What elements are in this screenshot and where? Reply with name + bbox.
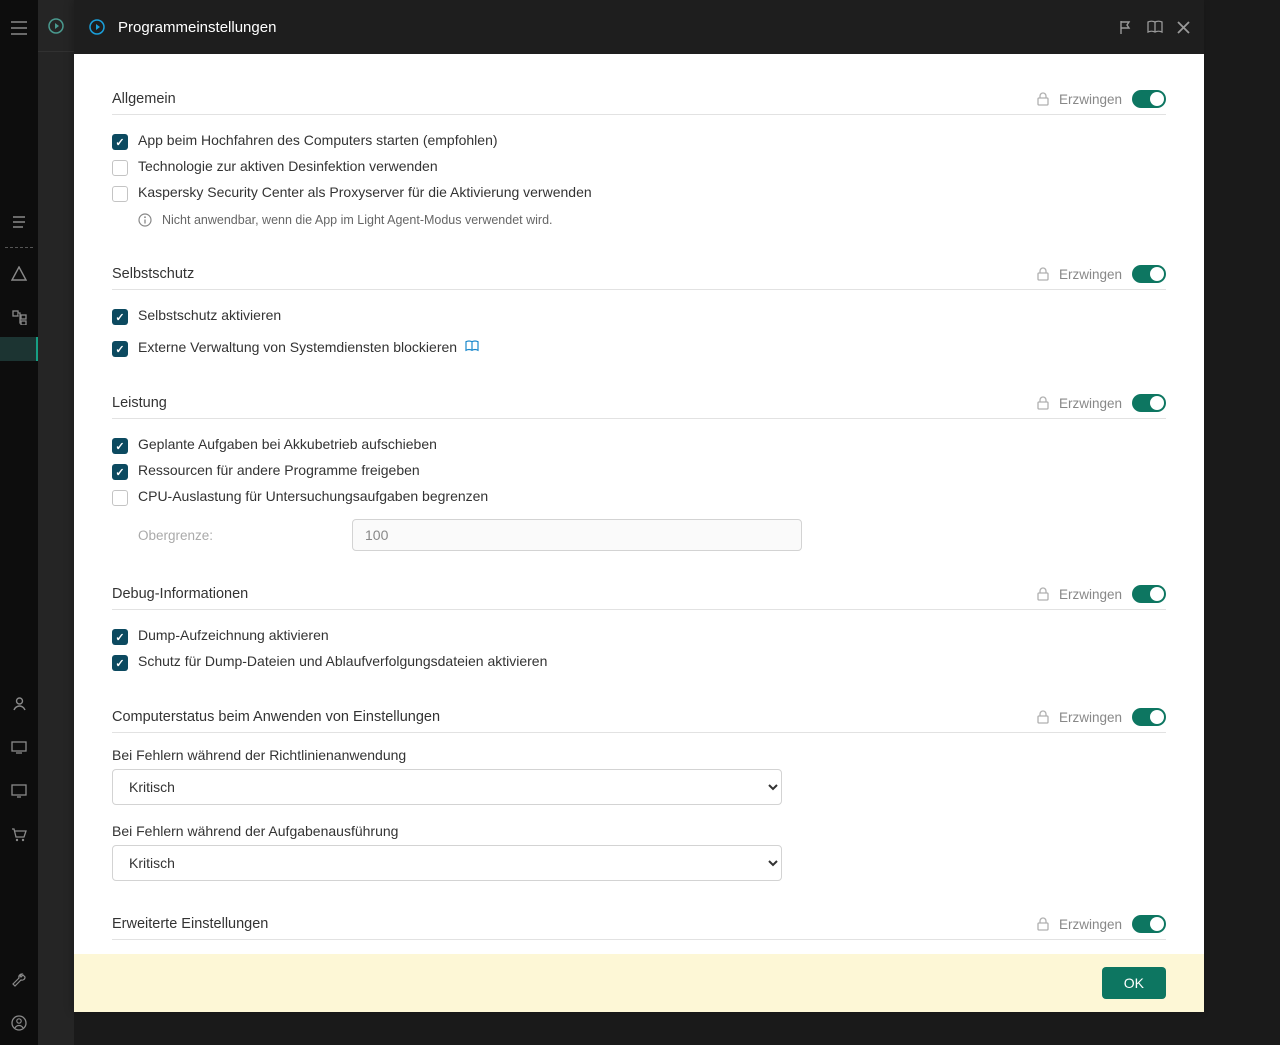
checkbox-row[interactable]: Kaspersky Security Center als Proxyserve… <box>112 181 1166 205</box>
checkbox-label: Externe Verwaltung von Systemdiensten bl… <box>138 339 479 355</box>
lock-icon <box>1037 917 1049 931</box>
checkbox-row[interactable]: Selbstschutz aktivieren <box>112 304 1166 328</box>
settings-content: Allgemein Erzwingen App beim Hochfahren … <box>74 54 1204 1012</box>
checkbox-label: Ressourcen für andere Programme freigebe… <box>138 462 420 478</box>
lock-icon <box>1037 267 1049 281</box>
monitor-icon[interactable] <box>0 769 38 813</box>
checkbox-label: Dump-Aufzeichnung aktivieren <box>138 627 329 643</box>
section-title: Debug-Informationen <box>112 586 1037 602</box>
upper-limit-input[interactable] <box>352 519 802 551</box>
modal-footer: OK <box>74 954 1204 1012</box>
checkbox-label: Selbstschutz aktivieren <box>138 307 281 323</box>
upper-limit-label: Obergrenze: <box>138 528 334 543</box>
enforce-label: Erzwingen <box>1059 710 1122 725</box>
ok-button[interactable]: OK <box>1102 967 1166 999</box>
checkbox-row[interactable]: CPU-Auslastung für Untersuchungsaufgaben… <box>112 485 1166 509</box>
section-title: Allgemein <box>112 91 1037 107</box>
checkbox-row[interactable]: Schutz für Dump-Dateien und Ablaufverfol… <box>112 650 1166 674</box>
checkbox-icon[interactable] <box>112 309 128 325</box>
left-sidebar <box>0 0 38 1045</box>
checkbox-label: CPU-Auslastung für Untersuchungsaufgaben… <box>138 488 488 504</box>
checkbox-icon[interactable] <box>112 629 128 645</box>
section-computer-status: Computerstatus beim Anwenden von Einstel… <box>112 708 1166 881</box>
checkbox-row[interactable]: Dump-Aufzeichnung aktivieren <box>112 624 1166 648</box>
checkbox-label: Geplante Aufgaben bei Akkubetrieb aufsch… <box>138 436 437 452</box>
list-icon[interactable] <box>0 200 38 244</box>
checkbox-label: Kaspersky Security Center als Proxyserve… <box>138 184 592 200</box>
checkbox-row[interactable]: App beim Hochfahren des Computers starte… <box>112 129 1166 153</box>
enforce-label: Erzwingen <box>1059 587 1122 602</box>
checkbox-label: App beim Hochfahren des Computers starte… <box>138 132 498 148</box>
checkbox-row[interactable]: Externe Verwaltung von Systemdiensten bl… <box>112 336 1166 360</box>
checkbox-row[interactable]: Geplante Aufgaben bei Akkubetrieb aufsch… <box>112 433 1166 457</box>
checkbox-label: Technologie zur aktiven Desinfektion ver… <box>138 158 438 174</box>
section-title: Selbstschutz <box>112 266 1037 282</box>
cart-icon[interactable] <box>0 813 38 857</box>
enforce-label: Erzwingen <box>1059 917 1122 932</box>
enforce-toggle[interactable] <box>1132 90 1166 108</box>
info-icon <box>138 213 152 227</box>
enforce-toggle[interactable] <box>1132 915 1166 933</box>
checkbox-icon[interactable] <box>112 438 128 454</box>
checkbox-icon[interactable] <box>112 134 128 150</box>
close-icon[interactable] <box>1177 21 1190 34</box>
checkbox-icon[interactable] <box>112 490 128 506</box>
select-label: Bei Fehlern während der Richtlinienanwen… <box>112 747 1166 763</box>
checkbox-icon[interactable] <box>112 186 128 202</box>
lock-icon <box>1037 710 1049 724</box>
settings-title-icon <box>88 18 106 36</box>
secondary-panel <box>38 0 74 1045</box>
user-icon[interactable] <box>0 681 38 725</box>
select-label: Bei Fehlern während der Aufgabenausführu… <box>112 823 1166 839</box>
enforce-toggle[interactable] <box>1132 708 1166 726</box>
section-performance: Leistung Erzwingen Geplante Aufgaben bei… <box>112 394 1166 551</box>
wrench-icon[interactable] <box>0 957 38 1001</box>
enforce-label: Erzwingen <box>1059 396 1122 411</box>
policy-error-select[interactable]: Kritisch <box>112 769 782 805</box>
lock-icon <box>1037 92 1049 106</box>
section-general: Allgemein Erzwingen App beim Hochfahren … <box>112 90 1166 231</box>
lock-icon <box>1037 396 1049 410</box>
settings-modal: Programmeinstellungen Allgemein <box>74 0 1204 1012</box>
checkbox-row[interactable]: Technologie zur aktiven Desinfektion ver… <box>112 155 1166 179</box>
checkbox-label: Schutz für Dump-Dateien und Ablaufverfol… <box>138 653 547 669</box>
flag-icon[interactable] <box>1118 20 1133 35</box>
enforce-label: Erzwingen <box>1059 92 1122 107</box>
help-book-icon[interactable] <box>1147 20 1163 34</box>
enforce-toggle[interactable] <box>1132 265 1166 283</box>
info-text: Nicht anwendbar, wenn die App im Light A… <box>162 213 553 227</box>
tree-icon[interactable] <box>0 295 38 339</box>
secondary-toolbar-icon[interactable] <box>38 0 74 52</box>
enforce-toggle[interactable] <box>1132 394 1166 412</box>
hamburger-icon[interactable] <box>0 6 38 50</box>
checkbox-row[interactable]: Ressourcen für andere Programme freigebe… <box>112 459 1166 483</box>
modal-title: Programmeinstellungen <box>118 19 276 36</box>
checkbox-icon[interactable] <box>112 160 128 176</box>
section-self-protection: Selbstschutz Erzwingen Selbstschutz akti… <box>112 265 1166 360</box>
task-error-select[interactable]: Kritisch <box>112 845 782 881</box>
section-debug: Debug-Informationen Erzwingen Dump-Aufze… <box>112 585 1166 674</box>
enforce-toggle[interactable] <box>1132 585 1166 603</box>
device-icon[interactable] <box>0 725 38 769</box>
section-title: Erweiterte Einstellungen <box>112 916 1037 932</box>
section-advanced: Erweiterte Einstellungen Erzwingen <box>112 915 1166 940</box>
modal-header: Programmeinstellungen <box>74 0 1204 54</box>
alert-icon[interactable] <box>0 251 38 295</box>
section-title: Computerstatus beim Anwenden von Einstel… <box>112 709 1037 725</box>
sidebar-active-item[interactable] <box>0 337 38 361</box>
enforce-label: Erzwingen <box>1059 267 1122 282</box>
checkbox-icon[interactable] <box>112 655 128 671</box>
account-icon[interactable] <box>0 1001 38 1045</box>
book-icon[interactable] <box>461 340 479 355</box>
section-title: Leistung <box>112 395 1037 411</box>
checkbox-icon[interactable] <box>112 341 128 357</box>
checkbox-icon[interactable] <box>112 464 128 480</box>
lock-icon <box>1037 587 1049 601</box>
